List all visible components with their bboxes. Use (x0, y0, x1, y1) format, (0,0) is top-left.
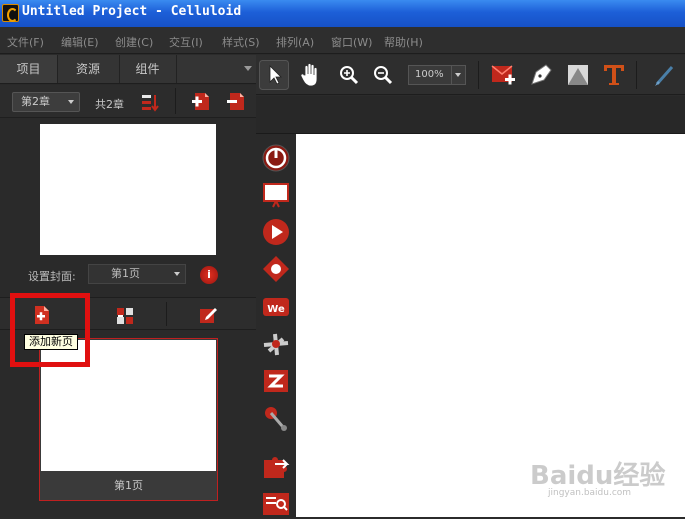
menu-edit[interactable]: 编辑(E) (61, 34, 99, 50)
zoom-out-icon[interactable] (372, 64, 394, 86)
divider (636, 61, 637, 89)
edit-page-icon[interactable] (198, 305, 218, 325)
chapter-row: 第2章 共2章 (0, 85, 256, 118)
title-bar: Untitled Project - Celluloid (0, 0, 685, 27)
sort-chapters-icon[interactable] (140, 92, 160, 112)
text-tool-icon[interactable] (601, 62, 627, 88)
search-list-icon[interactable] (261, 489, 291, 519)
window-title: Untitled Project - Celluloid (22, 4, 242, 19)
delete-chapter-icon[interactable] (225, 90, 247, 112)
secondary-toolbar (256, 96, 685, 134)
cover-label: 设置封面: (28, 270, 76, 283)
panel-tabs: 项目 资源 组件 (0, 55, 256, 84)
flash-icon[interactable] (261, 366, 291, 396)
joystick-icon[interactable] (261, 403, 291, 433)
chevron-down-icon (451, 66, 465, 84)
project-panel: 项目 资源 组件 第2章 共2章 设置封面: 第1页 i 第1页 添加新页 (0, 55, 256, 517)
navigation-icon[interactable] (261, 254, 291, 284)
zoom-select[interactable]: 100% (408, 65, 466, 85)
puzzle-icon[interactable] (261, 452, 291, 482)
add-chapter-icon[interactable] (190, 90, 212, 112)
insert-image-icon[interactable] (490, 61, 518, 89)
divider (478, 61, 479, 89)
shape-tool-icon[interactable] (565, 62, 591, 88)
menu-arrange[interactable]: 排列(A) (276, 34, 314, 50)
chapter-total: 共2章 (95, 98, 124, 111)
play-icon[interactable] (261, 217, 291, 247)
tab-resources[interactable]: 资源 (57, 55, 120, 83)
zoom-in-icon[interactable] (338, 64, 360, 86)
hand-icon[interactable] (298, 61, 324, 89)
highlight-annotation (10, 293, 90, 367)
chapter-select[interactable]: 第2章 (12, 92, 80, 112)
brush-icon[interactable] (652, 62, 678, 88)
watermark: Baidu经验 (530, 461, 666, 491)
page-thumbnail-label: 第1页 (114, 479, 143, 492)
menu-bar: 文件(F) 编辑(E) 创建(C) 交互(I) 样式(S) 排列(A) 窗口(W… (0, 27, 685, 54)
divider (166, 302, 167, 326)
menu-help[interactable]: 帮助(H) (384, 34, 423, 50)
tabs-overflow-icon[interactable] (244, 66, 252, 71)
main-toolbar: 100% (256, 55, 685, 95)
select-arrow-icon[interactable] (259, 60, 289, 90)
menu-file[interactable]: 文件(F) (7, 34, 44, 50)
info-icon[interactable]: i (200, 266, 218, 284)
menu-style[interactable]: 样式(S) (222, 34, 260, 50)
zoom-value: 100% (415, 69, 444, 80)
menu-window[interactable]: 窗口(W) (331, 34, 372, 50)
duplicate-page-icon[interactable] (115, 306, 135, 326)
tooltip: 添加新页 (24, 334, 78, 350)
tab-components[interactable]: 组件 (119, 55, 177, 83)
menu-create[interactable]: 创建(C) (115, 34, 153, 50)
menu-interact[interactable]: 交互(I) (169, 34, 203, 50)
pen-tool-icon[interactable] (528, 62, 554, 88)
chapter-select-value: 第2章 (21, 95, 50, 108)
cover-thumbnail[interactable] (40, 124, 216, 255)
flight-icon[interactable] (261, 329, 291, 359)
svg-text:We: We (267, 304, 285, 315)
cover-page-select-value: 第1页 (111, 267, 140, 280)
web-icon[interactable]: We (261, 292, 291, 322)
app-icon (2, 4, 19, 22)
watermark-url: jingyan.baidu.com (548, 488, 632, 498)
side-toolbar: We (256, 134, 296, 517)
divider (175, 88, 176, 114)
cover-page-select[interactable]: 第1页 (88, 264, 186, 284)
chevron-down-icon (68, 100, 74, 104)
tab-project[interactable]: 项目 (0, 55, 58, 83)
chevron-down-icon (174, 272, 180, 276)
slide-icon[interactable] (261, 180, 291, 210)
record-icon[interactable] (261, 143, 291, 173)
